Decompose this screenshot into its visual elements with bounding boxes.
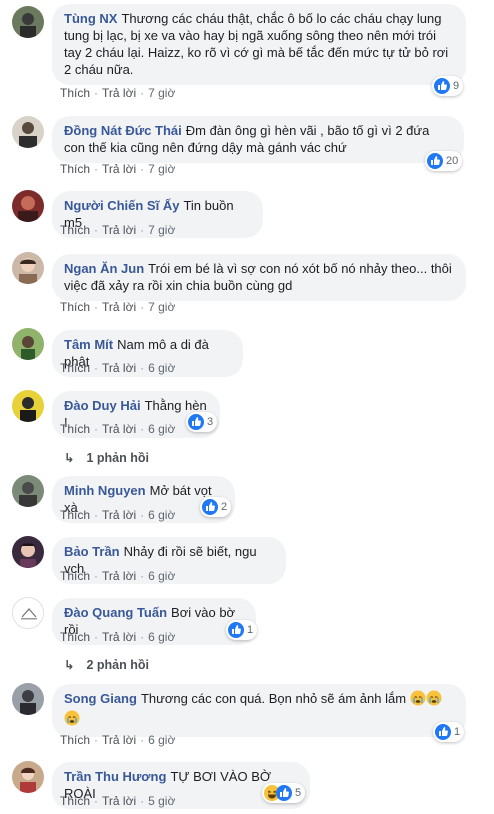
commenter-name[interactable]: Đào Quang Tuấn [64, 605, 167, 620]
like-icon [188, 414, 204, 430]
reply-link[interactable]: Trả lời [102, 162, 136, 176]
commenter-name[interactable]: Bảo Trần [64, 544, 120, 559]
commenter-name[interactable]: Người Chiến Sĩ Ấy [64, 198, 179, 213]
avatar[interactable] [12, 328, 44, 360]
like-link[interactable]: Thích [60, 300, 90, 314]
avatar[interactable] [12, 390, 44, 422]
comment-actions: Thích · Trả lời · 7 giờ [60, 300, 176, 314]
timestamp[interactable]: 6 giờ [148, 361, 175, 375]
avatar[interactable] [12, 6, 44, 38]
reaction-count[interactable]: 2 [200, 497, 232, 517]
like-icon [434, 78, 450, 94]
like-icon [427, 153, 443, 169]
like-link[interactable]: Thích [60, 794, 90, 808]
like-link[interactable]: Thích [60, 508, 90, 522]
timestamp[interactable]: 7 giờ [148, 86, 175, 100]
like-link[interactable]: Thích [60, 569, 90, 583]
reaction-count[interactable]: 20 [425, 151, 463, 171]
like-link[interactable]: Thích [60, 733, 90, 747]
timestamp[interactable]: 6 giờ [148, 508, 175, 522]
reply-link[interactable]: Trả lời [102, 630, 136, 644]
avatar[interactable] [12, 597, 44, 629]
avatar[interactable] [12, 116, 44, 148]
like-icon [276, 785, 292, 801]
commenter-name[interactable]: Trần Thu Hương [64, 769, 166, 784]
timestamp[interactable]: 6 giờ [148, 733, 175, 747]
comment-bubble: Tùng NX Thương các cháu thật, chắc ô bố l… [52, 4, 466, 85]
view-replies-link[interactable]: ↳ 2 phản hồi [64, 657, 149, 672]
comment-actions: Thích · Trả lời · 6 giờ [60, 508, 176, 522]
comment-actions: Thích · Trả lời · 6 giờ [60, 733, 176, 747]
commenter-name[interactable]: Tùng NX [64, 11, 117, 26]
comment-bubble: Đồng Nát Đức Thái Đm đàn ông gì hèn vãi ,… [52, 116, 464, 163]
timestamp[interactable]: 6 giờ [148, 422, 175, 436]
timestamp[interactable]: 7 giờ [148, 223, 175, 237]
reply-link[interactable]: Trả lời [102, 422, 136, 436]
commenter-name[interactable]: Tâm Mít [64, 337, 113, 352]
comment-actions: Thích · Trả lời · 6 giờ [60, 569, 176, 583]
cry-emoji-icon [410, 690, 426, 710]
avatar[interactable] [12, 190, 44, 222]
timestamp[interactable]: 6 giờ [148, 569, 175, 583]
like-link[interactable]: Thích [60, 422, 90, 436]
like-link[interactable]: Thích [60, 86, 90, 100]
comment-actions: Thích · Trả lời · 6 giờ [60, 630, 176, 644]
avatar[interactable] [12, 536, 44, 568]
comment-actions: Thích · Trả lời · 6 giờ [60, 361, 176, 375]
commenter-name[interactable]: Đồng Nát Đức Thái [64, 123, 182, 138]
comment-actions: Thích · Trả lời · 7 giờ [60, 162, 176, 176]
reply-arrow-icon: ↳ [64, 658, 75, 672]
reaction-count[interactable]: 1 [433, 722, 465, 742]
reply-link[interactable]: Trả lời [102, 300, 136, 314]
timestamp[interactable]: 7 giờ [148, 162, 175, 176]
avatar[interactable] [12, 475, 44, 507]
reaction-count[interactable]: 3 [186, 412, 218, 432]
like-link[interactable]: Thích [60, 162, 90, 176]
comment-actions: Thích · Trả lời · 7 giờ [60, 86, 176, 100]
cry-emoji-icon [426, 690, 442, 710]
commenter-name[interactable]: Ngan Ăn Jun [64, 261, 144, 276]
commenter-name[interactable]: Minh Nguyen [64, 483, 146, 498]
reply-arrow-icon: ↳ [64, 451, 75, 465]
commenter-name[interactable]: Song Giang [64, 691, 137, 706]
commenter-name[interactable]: Đào Duy Hải [64, 398, 141, 413]
like-icon [202, 499, 218, 515]
comment-text: Thương các cháu thật, chắc ô bố lo các c… [64, 11, 449, 77]
reaction-count[interactable]: 5 [262, 783, 306, 803]
reply-link[interactable]: Trả lời [102, 361, 136, 375]
reaction-count[interactable]: 9 [432, 76, 464, 96]
like-icon [228, 622, 244, 638]
avatar[interactable] [12, 252, 44, 284]
timestamp[interactable]: 7 giờ [148, 300, 175, 314]
reply-link[interactable]: Trả lời [102, 569, 136, 583]
comment-actions: Thích · Trả lời · 6 giờ [60, 422, 176, 436]
timestamp[interactable]: 6 giờ [148, 630, 175, 644]
avatar[interactable] [12, 683, 44, 715]
reply-link[interactable]: Trả lời [102, 223, 136, 237]
reaction-count[interactable]: 1 [226, 620, 258, 640]
like-link[interactable]: Thích [60, 223, 90, 237]
comment-actions: Thích · Trả lời · 7 giờ [60, 223, 176, 237]
avatar[interactable] [12, 761, 44, 793]
comment-text: Thương các con quá. Bọn nhỏ sẽ ám ảnh lắ… [140, 691, 407, 706]
cry-emoji-icon [64, 710, 80, 730]
reply-link[interactable]: Trả lời [102, 733, 136, 747]
reply-link[interactable]: Trả lời [102, 794, 136, 808]
like-link[interactable]: Thích [60, 630, 90, 644]
view-replies-link[interactable]: ↳ 1 phản hồi [64, 450, 149, 465]
like-icon [435, 724, 451, 740]
reply-link[interactable]: Trả lời [102, 508, 136, 522]
comment-actions: Thích · Trả lời · 5 giờ [60, 794, 176, 808]
comment-bubble: Song Giang Thương các con quá. Bọn nhỏ sẽ… [52, 684, 466, 737]
comment-bubble: Ngan Ăn Jun Trói em bé là vì sợ con nó xó… [52, 254, 466, 301]
like-link[interactable]: Thích [60, 361, 90, 375]
reply-link[interactable]: Trả lời [102, 86, 136, 100]
timestamp[interactable]: 5 giờ [148, 794, 175, 808]
